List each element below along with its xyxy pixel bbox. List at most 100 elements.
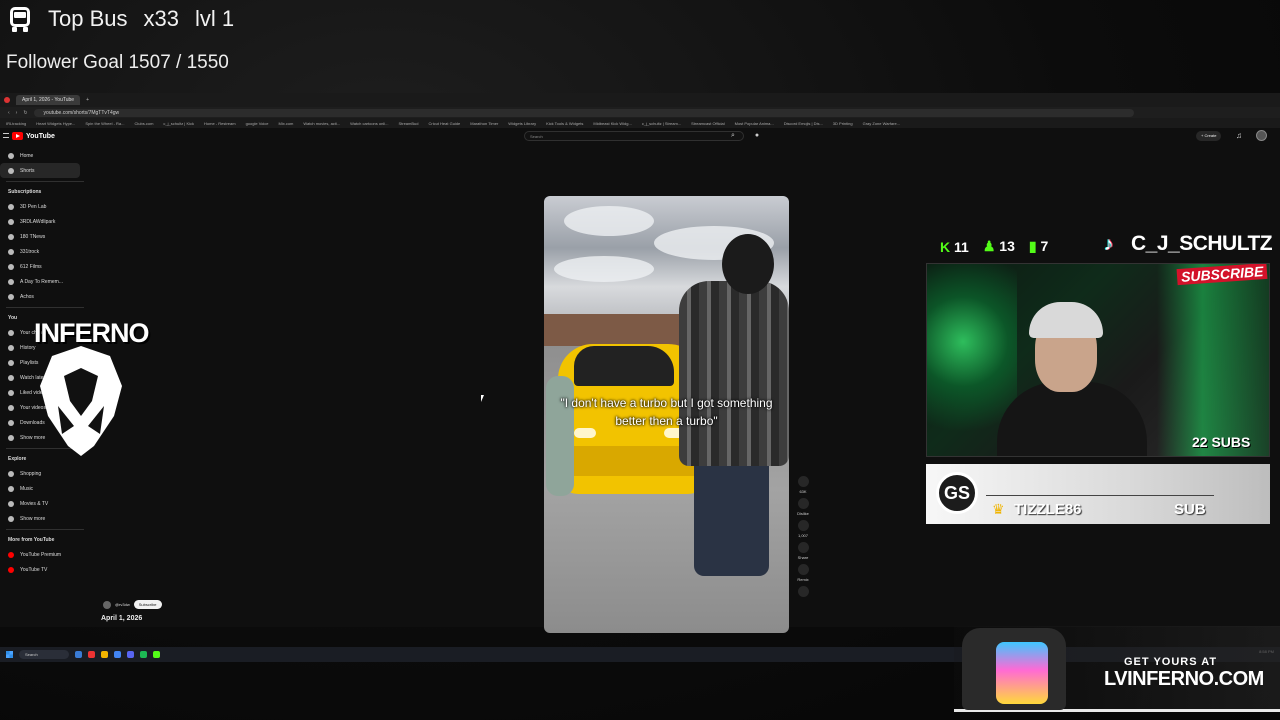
bookmark-item[interactable]: c_j_schultz | Kick xyxy=(163,121,194,126)
crown-icon: ♛ xyxy=(992,501,1005,517)
merch-line-2: LVINFERNO.COM xyxy=(1104,668,1264,690)
taskbar-app-icon[interactable] xyxy=(88,651,95,658)
history-icon xyxy=(8,344,14,351)
folder-icon[interactable] xyxy=(101,651,108,658)
sidebar-item-premium[interactable]: YouTube Premium xyxy=(0,547,90,562)
youtube-logo[interactable]: YouTube xyxy=(12,132,55,140)
bookmark-item[interactable]: Gray Zone Warfare... xyxy=(863,121,900,126)
bell-icon[interactable]: ♫ xyxy=(1236,131,1242,140)
bookmark-item[interactable]: IRLtracking xyxy=(6,121,26,126)
youtube-play-icon xyxy=(12,132,23,140)
clock-icon xyxy=(8,374,14,381)
sidebar-item-label: Music xyxy=(20,485,34,492)
bookmark-item[interactable]: Discord Emojis | Dis... xyxy=(784,121,823,126)
subscribe-button[interactable]: Subscribe xyxy=(133,600,162,609)
sidebar-item-label: Shopping xyxy=(20,470,42,477)
sidebar-item-youtube-tv[interactable]: YouTube TV xyxy=(0,562,90,577)
url-field[interactable]: youtube.com/shorts/7MgTTvT4gw xyxy=(33,108,1134,117)
short-channel-row: @rv3dw Subscribe xyxy=(103,600,162,609)
subscription-item[interactable]: 612 Films xyxy=(0,259,90,274)
sidebar-item-label: Home xyxy=(20,152,34,159)
channel-avatar xyxy=(8,248,14,255)
search-input[interactable]: Search xyxy=(524,131,744,141)
sidebar-item-label: Movies & TV xyxy=(20,500,49,507)
short-actions: 63K Dislike 1,007 Share Remix xyxy=(795,474,811,598)
bookmark-item[interactable]: Clubs.com xyxy=(135,121,154,126)
subscription-item[interactable]: 3RDLAWdlipark xyxy=(0,214,90,229)
subscription-item[interactable]: A Day To Remem... xyxy=(0,274,90,289)
channel-avatar xyxy=(8,293,14,300)
sidebar-item-shopping[interactable]: Shopping xyxy=(0,466,90,481)
forward-icon[interactable]: › xyxy=(16,110,18,116)
bookmark-item[interactable]: Most Popular Anima... xyxy=(735,121,774,126)
bookmark-item[interactable]: google Voice xyxy=(246,121,269,126)
bus-icon xyxy=(8,6,32,32)
create-button[interactable]: + Create xyxy=(1196,131,1222,141)
bookmark-item[interactable]: c_j_schultz | Stream... xyxy=(642,121,681,126)
taskbar-app-icon[interactable] xyxy=(75,651,82,658)
subscriptions-heading[interactable]: Subscriptions xyxy=(0,185,90,199)
sidebar-item-home[interactable]: Home xyxy=(0,148,90,163)
like-icon[interactable] xyxy=(797,476,809,487)
mic-icon[interactable]: ● xyxy=(752,131,762,141)
comment-icon[interactable] xyxy=(797,520,809,531)
sidebar-item-music[interactable]: Music xyxy=(0,481,90,496)
reload-icon[interactable]: ↻ xyxy=(23,110,27,116)
kick-icon[interactable] xyxy=(153,651,160,658)
bookmark-item[interactable]: Streamcast Official xyxy=(691,121,725,126)
windows-start-icon[interactable] xyxy=(6,651,13,658)
bookmark-item[interactable]: 3D Printing xyxy=(833,121,853,126)
bookmark-item[interactable]: Heart Widgets Hype... xyxy=(36,121,75,126)
subscription-label: 180 TNews xyxy=(20,233,46,240)
short-caption: "I don't have a turbo but I got somethin… xyxy=(560,396,773,428)
followers-count: 13 xyxy=(999,238,1015,254)
subscription-item[interactable]: 180 TNews xyxy=(0,229,90,244)
short-date: April 1, 2026 xyxy=(101,615,143,622)
sidebar-item-explore-more[interactable]: Show more xyxy=(0,511,90,526)
tab-youtube[interactable]: April 1, 2026 - YouTube xyxy=(16,95,81,105)
avatar[interactable] xyxy=(1256,130,1267,141)
bookmark-item[interactable]: Kick Tools & Widgets xyxy=(546,121,583,126)
subscription-label: 3RDLAWdlipark xyxy=(20,218,56,225)
kick-count: 11 xyxy=(954,238,969,255)
chrome-icon[interactable] xyxy=(114,651,121,658)
discord-icon[interactable] xyxy=(127,651,134,658)
bookmark-item[interactable]: StreamBud xyxy=(398,121,418,126)
dislike-icon[interactable] xyxy=(797,498,809,509)
more-icon[interactable] xyxy=(797,586,809,597)
alert-logo: GS xyxy=(936,472,978,514)
channel-avatar[interactable] xyxy=(103,600,111,609)
bookmark-item[interactable]: Widgets Library xyxy=(508,121,536,126)
youtube-logo-text: YouTube xyxy=(26,132,55,140)
new-tab-icon[interactable]: + xyxy=(86,97,89,103)
subscription-item[interactable]: Achos xyxy=(0,289,90,304)
bookmark-item[interactable]: Marathon Timer xyxy=(470,121,498,126)
sidebar-item-shorts[interactable]: Shorts xyxy=(0,163,80,178)
bookmark-item[interactable]: Cricut Heat Guide xyxy=(428,121,460,126)
sidebar-item-label: YouTube TV xyxy=(20,566,48,573)
top-bus-level: lvl 1 xyxy=(194,6,235,31)
bookmark-item[interactable]: Mix.com xyxy=(279,121,294,126)
remix-icon[interactable] xyxy=(797,564,809,575)
sidebar-item-label: Shorts xyxy=(20,167,35,174)
bookmark-item[interactable]: Home - Restream xyxy=(204,121,236,126)
bookmark-item[interactable]: Midbeast Kick Widg... xyxy=(593,121,631,126)
subscription-item[interactable]: 331trock xyxy=(0,244,90,259)
bookmark-item[interactable]: Watch cartoons onli... xyxy=(350,121,388,126)
short-video-player[interactable]: "I don't have a turbo but I got somethin… xyxy=(544,196,789,633)
bookmark-item[interactable]: Spin the Wheel - Ra... xyxy=(85,121,124,126)
bookmark-item[interactable]: Watch movies, acti... xyxy=(303,121,340,126)
taskbar-search[interactable]: Search xyxy=(19,650,69,659)
back-icon[interactable]: ‹ xyxy=(8,110,10,116)
search-icon[interactable]: ⌕ xyxy=(726,131,740,141)
menu-icon[interactable] xyxy=(3,133,9,138)
mouse-cursor-icon xyxy=(481,395,484,402)
share-icon[interactable] xyxy=(797,542,809,553)
channel-handle[interactable]: @rv3dw xyxy=(115,602,130,607)
sidebar-item-movies[interactable]: Movies & TV xyxy=(0,496,90,511)
film-icon xyxy=(8,500,14,507)
subscription-item[interactable]: 3D Pen Lab xyxy=(0,199,90,214)
video-icon xyxy=(8,404,14,411)
spotify-icon[interactable] xyxy=(140,651,147,658)
sub-alert: GS ♛ TIZZLE86 SUB xyxy=(926,464,1270,524)
